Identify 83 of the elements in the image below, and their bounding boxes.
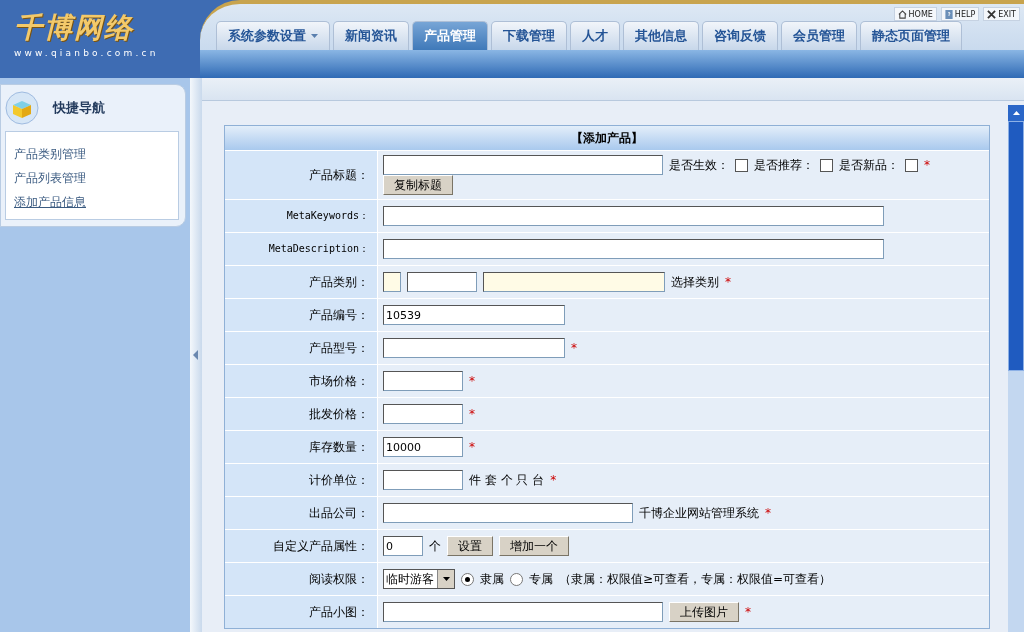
field-label: 阅读权限：	[225, 563, 378, 595]
input-field[interactable]	[383, 272, 401, 292]
input-field[interactable]	[383, 503, 633, 523]
required-mark: *	[725, 275, 731, 289]
input-field[interactable]	[383, 155, 663, 175]
field-label: 批发价格：	[225, 398, 378, 430]
input-field[interactable]	[483, 272, 665, 292]
input-field[interactable]	[383, 206, 884, 226]
field-label: 产品型号：	[225, 332, 378, 364]
nav-tab[interactable]: 咨询反馈	[702, 21, 778, 50]
required-mark: *	[469, 374, 475, 388]
checkbox[interactable]	[820, 158, 833, 172]
required-mark: *	[469, 407, 475, 421]
form-button[interactable]: 设置	[447, 536, 493, 556]
field-label: 市场价格：	[225, 365, 378, 397]
nav-tab[interactable]: 会员管理	[781, 21, 857, 50]
sidebar-link[interactable]: 产品列表管理	[14, 170, 172, 187]
field-note: 是否推荐：	[754, 156, 814, 174]
sidebar-title: 快捷导航	[53, 99, 105, 117]
radio-option[interactable]: 专属	[510, 570, 553, 588]
input-field[interactable]	[383, 602, 663, 622]
input-field[interactable]: 10539	[383, 305, 565, 325]
nav-tab[interactable]: 其他信息	[623, 21, 699, 50]
nav-tab[interactable]: 系统参数设置	[216, 21, 330, 50]
field-label: 库存数量：	[225, 431, 378, 463]
input-field[interactable]: 10000	[383, 437, 463, 457]
field-note: 个	[429, 537, 441, 555]
required-mark: *	[571, 341, 577, 355]
input-field[interactable]	[383, 239, 884, 259]
top-link[interactable]: HOME	[893, 7, 937, 21]
form-button[interactable]: 增加一个	[499, 536, 569, 556]
nav-tab[interactable]: 人才	[570, 21, 620, 50]
field-label: MetaDescription：	[225, 233, 378, 265]
field-note: 是否生效：	[669, 156, 729, 174]
form-button[interactable]: 上传图片	[669, 602, 739, 622]
logo-url: www.qianbo.com.cn	[14, 48, 160, 58]
input-field[interactable]	[383, 404, 463, 424]
nav-tab[interactable]: 下载管理	[491, 21, 567, 50]
checkbox[interactable]	[905, 158, 918, 172]
scrollbar[interactable]	[1008, 105, 1024, 632]
radio-dot-icon	[465, 576, 470, 582]
sidebar-link[interactable]: 产品类别管理	[14, 146, 172, 163]
input-field[interactable]	[383, 338, 565, 358]
radio-option[interactable]: 隶属	[461, 570, 504, 588]
field-note: 是否新品：	[839, 156, 899, 174]
input-field[interactable]	[407, 272, 477, 292]
top-link[interactable]: HELP	[940, 7, 980, 21]
top-link[interactable]: EXIT	[983, 7, 1020, 21]
field-note: 件 套 个 只 台	[469, 471, 545, 489]
input-field[interactable]: 0	[383, 536, 423, 556]
cubes-icon	[5, 91, 39, 125]
required-mark: *	[924, 158, 930, 172]
field-label: 产品编号：	[225, 299, 378, 331]
checkbox[interactable]	[735, 158, 748, 172]
dropdown[interactable]: 临时游客	[383, 569, 455, 589]
field-note: 选择类别	[671, 273, 719, 291]
sidebar-link[interactable]: 添加产品信息	[14, 194, 172, 211]
arrow-up-icon	[1012, 111, 1020, 115]
form-title: 【添加产品】	[225, 126, 989, 150]
form-button[interactable]: 复制标题	[383, 175, 453, 195]
required-mark: *	[469, 440, 475, 454]
nav-tab[interactable]: 新闻资讯	[333, 21, 409, 50]
field-note: 千博企业网站管理系统	[639, 504, 759, 522]
input-field[interactable]	[383, 371, 463, 391]
field-label: 出品公司：	[225, 497, 378, 529]
field-label: 计价单位：	[225, 464, 378, 496]
required-mark: *	[765, 506, 771, 520]
field-label: MetaKeywords：	[225, 200, 378, 232]
field-note: （隶属：权限值≥可查看，专属：权限值=可查看）	[559, 570, 832, 588]
field-label: 产品类别：	[225, 266, 378, 298]
required-mark: *	[745, 605, 751, 619]
field-label: 产品标题：	[225, 151, 378, 199]
nav-tab[interactable]: 静态页面管理	[860, 21, 962, 50]
input-field[interactable]	[383, 470, 463, 490]
home-icon	[897, 9, 907, 19]
required-mark: *	[550, 473, 557, 487]
help-icon	[944, 9, 953, 19]
collapse-handle-icon[interactable]	[193, 350, 199, 360]
field-label: 产品小图：	[225, 596, 378, 628]
close-icon	[987, 9, 997, 19]
field-label: 自定义产品属性：	[225, 530, 378, 562]
logo-text: 千博网络	[14, 12, 135, 44]
caret-icon	[442, 577, 450, 581]
